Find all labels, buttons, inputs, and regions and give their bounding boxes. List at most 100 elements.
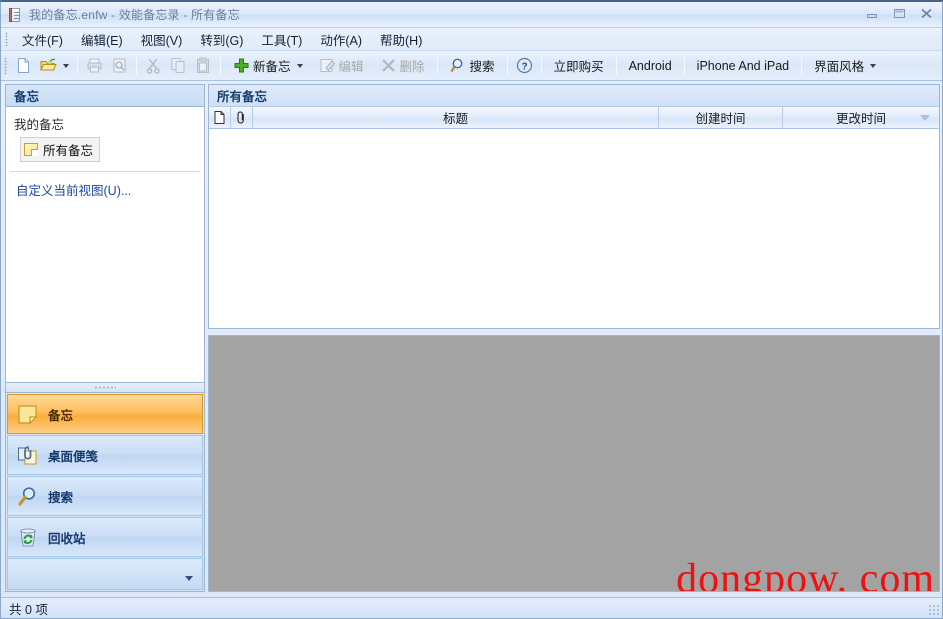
title-bar: 我的备忘.enfw - 效能备忘录 - 所有备忘	[1, 2, 942, 28]
magnifier-icon	[450, 57, 467, 74]
nav-button-label: 搜索	[48, 487, 73, 506]
menu-view[interactable]: 视图(V)	[132, 27, 192, 52]
note-list-rows[interactable]	[209, 129, 939, 328]
toolbar-separator	[437, 57, 438, 75]
sidebar-header: 备忘	[6, 85, 204, 107]
column-document-icon[interactable]	[209, 107, 231, 128]
chevron-down-icon[interactable]	[185, 576, 193, 581]
iphone-ipad-button[interactable]: iPhone And iPad	[689, 54, 797, 78]
open-folder-icon	[40, 57, 57, 74]
delete-label: 删除	[400, 56, 425, 75]
sidebar-splitter[interactable]	[5, 383, 205, 392]
toolbar-separator	[616, 57, 617, 75]
status-bar: 共 0 项	[1, 597, 942, 618]
print-button[interactable]	[82, 54, 107, 78]
application-window: 我的备忘.enfw - 效能备忘录 - 所有备忘	[0, 0, 943, 619]
column-modified-time-label: 更改时间	[836, 108, 886, 127]
menu-bar: 文件(F) 编辑(E) 视图(V) 转到(G) 工具(T) 动作(A) 帮助(H…	[1, 28, 942, 51]
edit-label: 编辑	[339, 56, 364, 75]
new-note-button[interactable]: 新备忘	[225, 54, 311, 78]
android-button[interactable]: Android	[621, 54, 680, 78]
column-attachment-icon[interactable]	[231, 107, 253, 128]
paste-button[interactable]	[191, 54, 216, 78]
menu-goto[interactable]: 转到(G)	[191, 27, 252, 52]
sidebar-item-label: 所有备忘	[43, 140, 93, 159]
print-preview-button[interactable]	[107, 54, 132, 78]
menu-tools[interactable]: 工具(T)	[252, 27, 311, 52]
watermark-text: dongpow. com	[676, 555, 935, 592]
toolbar-separator	[801, 57, 802, 75]
window-controls	[860, 4, 939, 23]
scissors-icon	[145, 57, 162, 74]
note-list-panel: 所有备忘 标题 创建时间	[208, 84, 940, 329]
nav-button-notes[interactable]: 备忘	[7, 394, 203, 434]
toolbar-separator	[541, 57, 542, 75]
menu-file[interactable]: 文件(F)	[13, 27, 72, 52]
print-preview-icon	[111, 57, 128, 74]
maximize-button[interactable]	[887, 4, 912, 23]
column-created-time[interactable]: 创建时间	[659, 107, 783, 128]
skin-style-dropdown-caret[interactable]	[870, 64, 876, 68]
window-title: 我的备忘.enfw - 效能备忘录 - 所有备忘	[29, 6, 240, 23]
sidebar-item-all-notes[interactable]: 所有备忘	[20, 137, 100, 162]
menu-actions[interactable]: 动作(A)	[311, 27, 371, 52]
list-caption: 所有备忘	[209, 85, 939, 107]
note-document-icon	[7, 7, 23, 23]
note-preview-pane: dongpow. com	[208, 335, 940, 592]
minimize-button[interactable]	[860, 4, 885, 23]
splitter-grip	[94, 386, 116, 389]
close-button[interactable]	[914, 4, 939, 23]
menu-help[interactable]: 帮助(H)	[371, 27, 431, 52]
toolbar-separator	[507, 57, 508, 75]
svg-text:?: ?	[521, 61, 527, 72]
note-icon	[17, 404, 39, 425]
magnifier-icon	[17, 486, 39, 507]
skin-style-label: 界面风格	[814, 56, 864, 75]
resize-grip-icon[interactable]	[928, 604, 940, 616]
nav-button-recycle-bin[interactable]: 回收站	[7, 517, 203, 557]
nav-button-label: 桌面便笺	[48, 446, 98, 465]
open-file-dropdown-caret[interactable]	[63, 64, 69, 68]
edit-pencil-icon	[319, 57, 336, 74]
note-icon	[24, 143, 38, 156]
left-pane: 备忘 我的备忘 所有备忘 自定义当前视图(U)...	[5, 84, 205, 592]
tree-body: 我的备忘 所有备忘 自定义当前视图(U)...	[6, 107, 204, 382]
iphone-ipad-label: iPhone And iPad	[697, 59, 789, 73]
new-note-dropdown-caret[interactable]	[297, 64, 303, 68]
toolbar-separator	[136, 57, 137, 75]
search-button[interactable]: 搜索	[442, 54, 503, 78]
paste-icon	[195, 57, 212, 74]
skin-style-button[interactable]: 界面风格	[806, 54, 884, 78]
nav-button-desktop-sticky[interactable]: 桌面便笺	[7, 435, 203, 475]
right-pane: 所有备忘 标题 创建时间	[208, 84, 940, 592]
toolbar-separator	[220, 57, 221, 75]
buy-now-label: 立即购买	[554, 56, 604, 75]
tree-item-row: 所有备忘	[6, 137, 204, 162]
delete-button[interactable]: 删除	[372, 54, 433, 78]
delete-x-icon	[380, 57, 397, 74]
menu-edit[interactable]: 编辑(E)	[72, 27, 132, 52]
sticky-note-icon	[17, 445, 39, 466]
sort-descending-icon[interactable]	[920, 115, 930, 121]
list-column-header: 标题 创建时间 更改时间	[209, 107, 939, 129]
search-label: 搜索	[470, 56, 495, 75]
copy-button[interactable]	[166, 54, 191, 78]
android-label: Android	[629, 59, 672, 73]
column-modified-time[interactable]: 更改时间	[783, 107, 939, 128]
buy-now-button[interactable]: 立即购买	[546, 54, 612, 78]
nav-button-label: 备忘	[48, 405, 73, 424]
customize-view-link[interactable]: 自定义当前视图(U)...	[6, 172, 204, 199]
open-file-button[interactable]	[36, 54, 73, 78]
column-title[interactable]: 标题	[253, 107, 659, 128]
main-body: 备忘 我的备忘 所有备忘 自定义当前视图(U)...	[1, 81, 942, 592]
new-file-button[interactable]	[11, 54, 36, 78]
navigation-buttons-panel: 备忘 桌面便笺	[5, 392, 205, 592]
toolbar-separator	[684, 57, 685, 75]
edit-button[interactable]: 编辑	[311, 54, 372, 78]
new-note-label: 新备忘	[253, 56, 291, 75]
help-question-icon: ?	[516, 57, 533, 74]
nav-expand-area[interactable]	[7, 558, 203, 590]
nav-button-search[interactable]: 搜索	[7, 476, 203, 516]
help-button[interactable]: ?	[512, 54, 537, 78]
cut-button[interactable]	[141, 54, 166, 78]
